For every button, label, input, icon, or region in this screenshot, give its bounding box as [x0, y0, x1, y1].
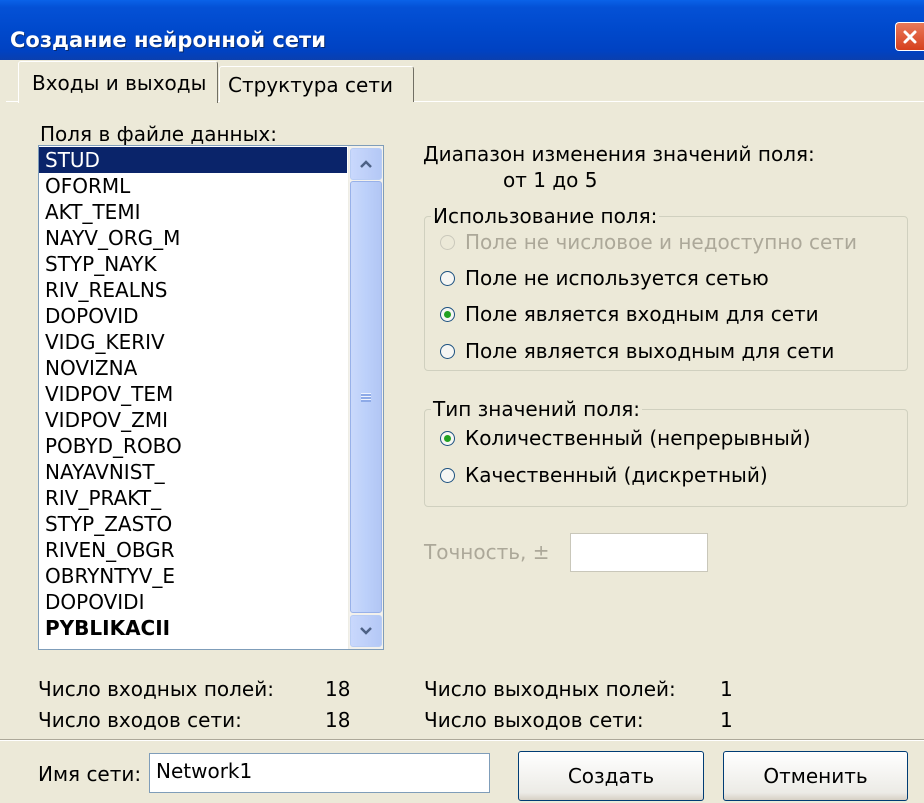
close-button[interactable]: [895, 22, 924, 51]
value-type-title: Тип значений поля:: [431, 397, 643, 421]
create-button[interactable]: Создать: [518, 751, 704, 801]
type-option-qualitative[interactable]: Качественный (дискретный): [440, 463, 768, 487]
scroll-down-button[interactable]: [350, 615, 382, 647]
grip-icon: [361, 392, 371, 402]
list-item[interactable]: STYP_NAYK: [39, 251, 347, 277]
precision-label: Точность, ±: [424, 540, 550, 564]
usage-option-label[interactable]: Поле не используется сетью: [465, 266, 769, 290]
list-item[interactable]: VIDG_KERIV: [39, 329, 347, 355]
list-item[interactable]: NAYAVNIST_: [39, 459, 347, 485]
fields-listbox[interactable]: STUD OFORML AKT_TEMI NAYV_ORG_M STYP_NAY…: [38, 145, 384, 650]
tab-network-structure[interactable]: Структура сети: [219, 66, 414, 102]
list-item[interactable]: OFORML: [39, 173, 347, 199]
output-fields-count-label: Число выходных полей:: [424, 677, 676, 701]
fields-list: STUD OFORML AKT_TEMI NAYV_ORG_M STYP_NAY…: [39, 147, 347, 641]
input-fields-count-value: 18: [325, 677, 351, 701]
list-item[interactable]: DOPOVID: [39, 303, 347, 329]
field-usage-group: Использование поля: Поле не числовое и н…: [424, 204, 908, 371]
network-inputs-count-value: 18: [325, 708, 351, 732]
radio-icon[interactable]: [440, 430, 455, 446]
type-option-label[interactable]: Качественный (дискретный): [465, 463, 768, 487]
usage-option-non-numeric: Поле не числовое и недоступно сети: [440, 230, 857, 254]
list-item[interactable]: DOPOVIDI: [39, 589, 347, 615]
list-item[interactable]: RIV_PRAKT_: [39, 485, 347, 511]
footer-separator: [0, 739, 924, 741]
range-value: от 1 до 5: [503, 168, 598, 192]
usage-option-label[interactable]: Поле является входным для сети: [465, 302, 819, 326]
fields-list-label: Поля в файле данных:: [40, 122, 277, 146]
network-name-input[interactable]: Network1: [149, 753, 490, 793]
tab-network-structure-label: Структура сети: [228, 72, 393, 97]
radio-icon[interactable]: [440, 467, 455, 483]
type-option-label[interactable]: Количественный (непрерывный): [465, 426, 811, 450]
cancel-button[interactable]: Отменить: [723, 751, 908, 801]
radio-icon[interactable]: [440, 306, 455, 322]
list-item[interactable]: OBRYNTYV_E: [39, 563, 347, 589]
radio-icon[interactable]: [440, 343, 455, 359]
input-fields-count-label: Число входных полей:: [38, 677, 274, 701]
tab-inputs-outputs[interactable]: Входы и выходы: [18, 61, 218, 103]
usage-option-label[interactable]: Поле является выходным для сети: [465, 339, 834, 363]
title-bar[interactable]: Создание нейронной сети: [0, 0, 924, 60]
usage-option-output[interactable]: Поле является выходным для сети: [440, 339, 834, 363]
cancel-button-label: Отменить: [763, 764, 868, 788]
list-item[interactable]: NOVIZNA: [39, 355, 347, 381]
list-item[interactable]: POBYD_ROBO: [39, 433, 347, 459]
create-button-label: Создать: [567, 764, 655, 788]
value-type-group: Тип значений поля: Количественный (непре…: [424, 397, 908, 507]
list-item[interactable]: VIDPOV_TEM: [39, 381, 347, 407]
type-option-quantitative[interactable]: Количественный (непрерывный): [440, 426, 811, 450]
chevron-up-icon: [360, 160, 372, 168]
precision-input[interactable]: [570, 533, 708, 572]
network-inputs-count-label: Число входов сети:: [38, 708, 242, 732]
output-fields-count-value: 1: [720, 677, 733, 701]
list-item[interactable]: STYP_ZASTO: [39, 511, 347, 537]
list-item[interactable]: VIDPOV_ZMI: [39, 407, 347, 433]
network-outputs-count-value: 1: [720, 708, 733, 732]
network-outputs-count-label: Число выходов сети:: [424, 708, 644, 732]
usage-option-label: Поле не числовое и недоступно сети: [465, 230, 857, 254]
list-item[interactable]: STUD: [39, 147, 347, 173]
list-item[interactable]: NAYV_ORG_M: [39, 225, 347, 251]
list-item[interactable]: RIVEN_OBGR: [39, 537, 347, 563]
radio-icon[interactable]: [440, 270, 455, 286]
fields-scrollbar[interactable]: [348, 146, 383, 649]
usage-option-input[interactable]: Поле является входным для сети: [440, 302, 819, 326]
tab-inputs-outputs-label: Входы и выходы: [32, 70, 207, 95]
radio-icon: [440, 234, 455, 250]
list-item[interactable]: AKT_TEMI: [39, 199, 347, 225]
field-usage-title: Использование поля:: [431, 204, 660, 228]
close-x-icon: [903, 30, 917, 43]
range-label: Диапазон изменения значений поля:: [423, 142, 815, 166]
scroll-up-button[interactable]: [350, 148, 382, 180]
list-item[interactable]: RIV_REALNS: [39, 277, 347, 303]
list-item[interactable]: PYBLIKACII: [39, 615, 347, 641]
network-name-label: Имя сети:: [38, 762, 142, 786]
scroll-thumb[interactable]: [350, 181, 382, 613]
window-title: Создание нейронной сети: [10, 28, 326, 52]
usage-option-not-used[interactable]: Поле не используется сетью: [440, 266, 769, 290]
chevron-down-icon: [360, 627, 372, 635]
